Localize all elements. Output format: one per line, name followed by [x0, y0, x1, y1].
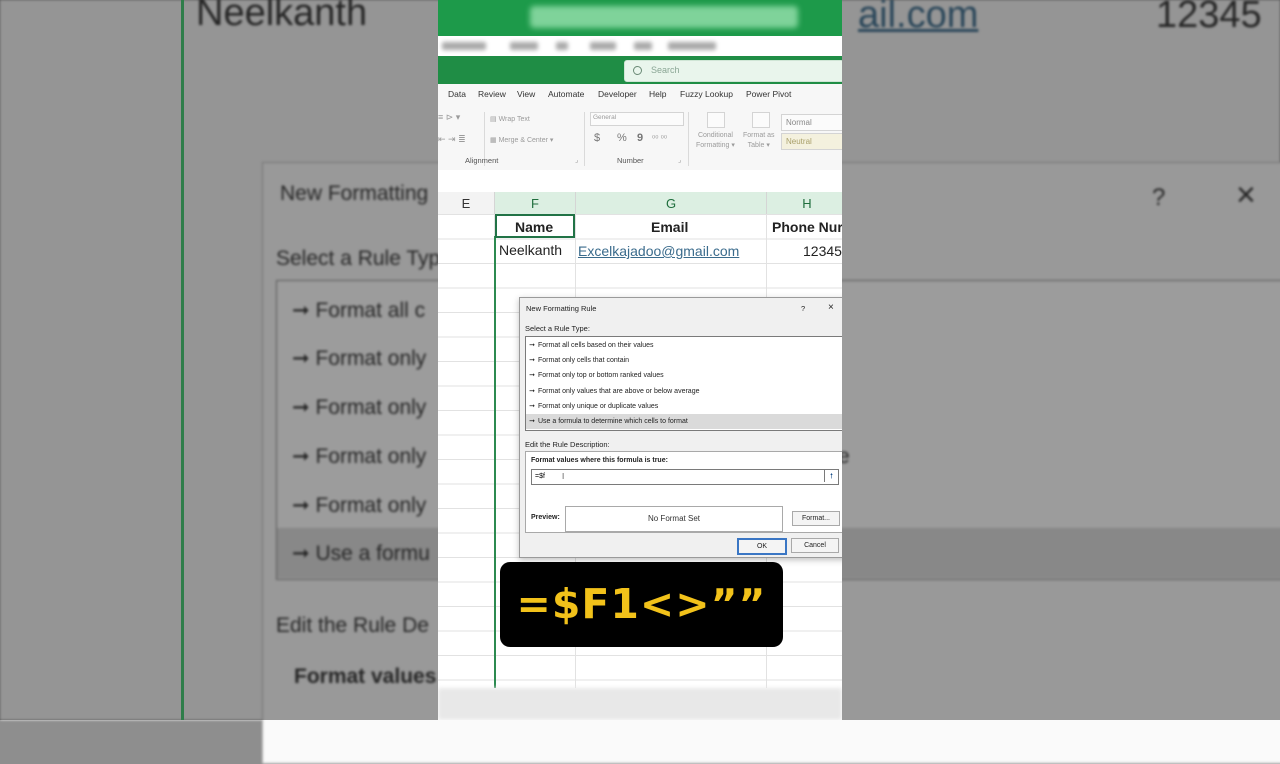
- tab-automate[interactable]: Automate: [548, 89, 584, 99]
- excel-title-bar: Search: [438, 56, 842, 84]
- arrow-icon: ➞: [529, 372, 535, 379]
- format-button[interactable]: Format...: [792, 511, 840, 526]
- tab-help[interactable]: Help: [649, 89, 666, 99]
- search-placeholder: Search: [651, 65, 680, 75]
- rule-type-item[interactable]: ➞ Format only unique or duplicate values: [526, 399, 842, 414]
- wrap-text-button[interactable]: ▤ Wrap Text: [490, 115, 530, 123]
- arrow-icon: ➞: [529, 342, 535, 349]
- rule-type-item[interactable]: ➞ Format only top or bottom ranked values: [526, 368, 842, 383]
- currency-button[interactable]: $: [594, 132, 600, 144]
- cell-h1-phone-header[interactable]: Phone Nur: [772, 219, 842, 235]
- indent-icons[interactable]: ⇤ ⇥ ≣: [438, 134, 466, 145]
- number-format-dropdown[interactable]: General: [590, 112, 684, 126]
- bottom-blur: [438, 688, 842, 720]
- search-icon: [633, 66, 642, 75]
- formula-label: Format values where this formula is true…: [531, 457, 668, 464]
- active-cell-border: [495, 214, 575, 238]
- cell-f2-name[interactable]: Neelkanth: [499, 242, 562, 258]
- formula-caption: =$F1<>””: [500, 562, 783, 647]
- arrow-icon: ➞: [529, 388, 535, 395]
- arrow-icon: ➞: [529, 357, 535, 364]
- preview-box: No Format Set: [565, 506, 783, 532]
- rule-type-item[interactable]: ➞ Format only cells that contain: [526, 353, 842, 368]
- tab-review[interactable]: Review: [478, 89, 506, 99]
- column-header-g[interactable]: G: [576, 192, 767, 215]
- dialog-title: New Formatting Rule: [526, 304, 597, 313]
- rule-type-item-selected[interactable]: ➞ Use a formula to determine which cells …: [526, 414, 842, 429]
- bg-column-border: [181, 0, 184, 720]
- merge-center-button[interactable]: ▦ Merge & Center ▾: [490, 136, 553, 144]
- column-header-e[interactable]: E: [438, 192, 495, 215]
- close-icon[interactable]: ×: [828, 302, 834, 313]
- column-header-h[interactable]: H: [767, 192, 842, 215]
- percent-button[interactable]: %: [617, 132, 627, 144]
- tab-developer[interactable]: Developer: [598, 89, 637, 99]
- alignment-group-label: Alignment: [465, 156, 499, 165]
- comma-button[interactable]: 9: [637, 132, 643, 144]
- ok-button[interactable]: OK: [737, 538, 787, 555]
- selection-left-edge: [494, 236, 496, 688]
- align-icons[interactable]: ≡ ⊳ ▾: [438, 112, 460, 123]
- formula-bar: [438, 170, 842, 193]
- rule-type-list[interactable]: ➞ Format all cells based on their values …: [525, 336, 842, 431]
- cell-g1-email-header[interactable]: Email: [651, 219, 688, 235]
- tab-data[interactable]: Data: [448, 89, 466, 99]
- arrow-icon: ➞: [529, 403, 535, 410]
- formula-value: =$f: [535, 473, 545, 480]
- preview-label: Preview:: [531, 514, 560, 521]
- cancel-button[interactable]: Cancel: [791, 538, 839, 553]
- collapse-range-button[interactable]: 🠕: [824, 470, 838, 482]
- search-box[interactable]: Search: [624, 60, 842, 82]
- formula-input[interactable]: =$f I 🠕: [531, 469, 839, 485]
- edit-description-label: Edit the Rule Description:: [525, 440, 610, 449]
- ribbon-tabs: Data Review View Automate Developer Help…: [438, 84, 842, 106]
- arrow-icon: ➞: [529, 418, 535, 425]
- tab-power-pivot[interactable]: Power Pivot: [746, 89, 791, 99]
- conditional-formatting-button[interactable]: Conditional Formatting ▾: [696, 131, 735, 151]
- format-as-table-button[interactable]: Format as Table ▾: [743, 131, 775, 151]
- cell-g2-email-link[interactable]: Excelkajadoo@gmail.com: [578, 243, 739, 259]
- select-rule-type-label: Select a Rule Type:: [525, 324, 590, 333]
- new-formatting-rule-dialog: New Formatting Rule ? × Select a Rule Ty…: [519, 297, 842, 558]
- cell-h2-phone[interactable]: 12345: [803, 243, 842, 259]
- rule-type-item[interactable]: ➞ Format all cells based on their values: [526, 338, 842, 353]
- decimal-buttons[interactable]: ⁰⁰ ⁰⁰: [652, 134, 667, 143]
- style-neutral[interactable]: Neutral: [781, 133, 842, 150]
- video-frame: Search Data Review View Automate Develop…: [438, 0, 842, 720]
- number-group-label: Number: [617, 156, 644, 165]
- rule-type-item[interactable]: ➞ Format only values that are above or be…: [526, 384, 842, 399]
- ribbon: ≡ ⊳ ▾ ⇤ ⇥ ≣ ▤ Wrap Text ▦ Merge & Center…: [438, 106, 842, 171]
- format-as-table-icon: [752, 112, 770, 128]
- tab-view[interactable]: View: [517, 89, 535, 99]
- rule-description-box: Format values where this formula is true…: [525, 451, 842, 533]
- help-button[interactable]: ?: [801, 304, 805, 313]
- style-normal[interactable]: Normal: [781, 114, 842, 131]
- text-cursor-icon: I: [562, 472, 565, 481]
- conditional-formatting-icon: [707, 112, 725, 128]
- column-header-f[interactable]: F: [495, 192, 576, 216]
- excel-title-bar-blurred: [438, 0, 842, 36]
- tab-fuzzy-lookup[interactable]: Fuzzy Lookup: [680, 89, 733, 99]
- blurred-toolbar: [438, 36, 842, 56]
